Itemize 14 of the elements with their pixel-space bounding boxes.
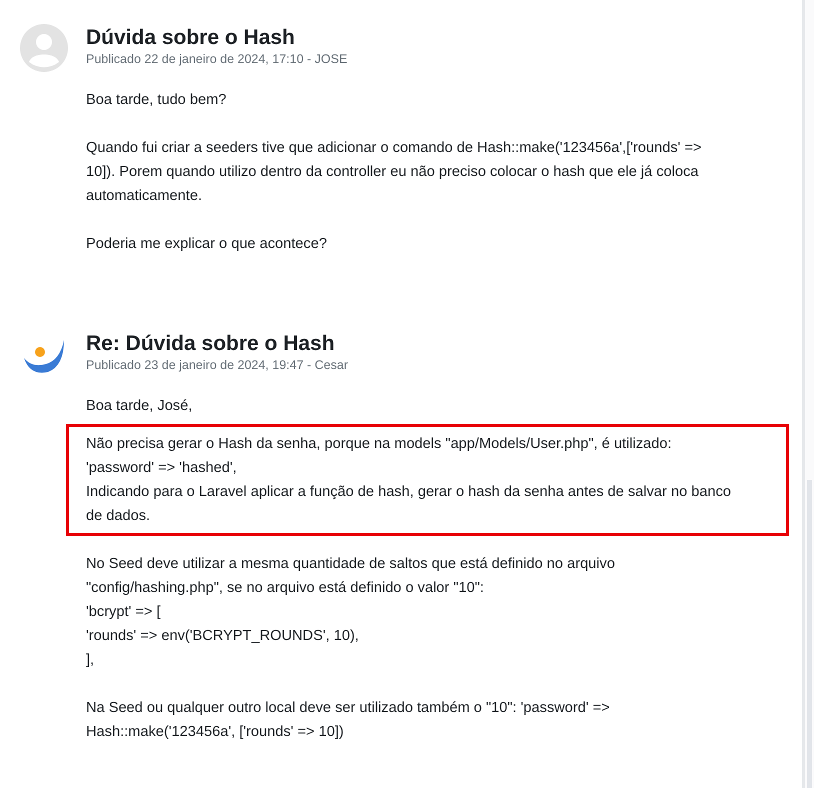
post-meta: Publicado 23 de janeiro de 2024, 19:47 - Cesar bbox=[86, 358, 349, 372]
post-paragraph: Poderia me explicar o que acontece? bbox=[86, 235, 328, 254]
post-paragraph: Quando fui criar a seeders tive que adicionar o comando de Hash::make('123456a',['rounds' => 10]). Porem quando utilizo dentro da controller eu não preciso colocar o hash que ele já coloca automaticamente. bbox=[86, 139, 703, 206]
scrollbar[interactable] bbox=[802, 0, 814, 788]
post-title: Re: Dúvida sobre o Hash bbox=[86, 332, 336, 356]
post-meta: Publicado 22 de janeiro de 2024, 17:10 - JOSE bbox=[86, 52, 348, 66]
scrollbar-thumb[interactable] bbox=[807, 480, 812, 788]
post-paragraph: Boa tarde, José, bbox=[86, 397, 194, 416]
post-title: Dúvida sobre o Hash bbox=[86, 26, 296, 50]
post-paragraph: Boa tarde, tudo bem? bbox=[86, 91, 228, 110]
post-paragraph: No Seed deve utilizar a mesma quantidade de saltos que está definido no arquivo "config/hashing.php", se no arquivo está definido o valor "10": 'bcrypt' => [ 'rounds' => env('BCRYPT_ROUNDS', 10), ], bbox=[86, 555, 616, 670]
user-avatar-icon bbox=[20, 24, 68, 72]
post-paragraph: Na Seed ou qualquer outro local deve ser utilizado também o "10": 'password' => Hash::make('123456a', ['rounds' => 10]) bbox=[86, 699, 611, 742]
post-paragraph: Não precisa gerar o Hash da senha, porque na models "app/Models/User.php", é utilizado: 'password' => 'hashed', Indicando para o Laravel aplicar a função de hash, gerar o hash da senha antes de salvar no banco de dados. bbox=[86, 435, 732, 526]
